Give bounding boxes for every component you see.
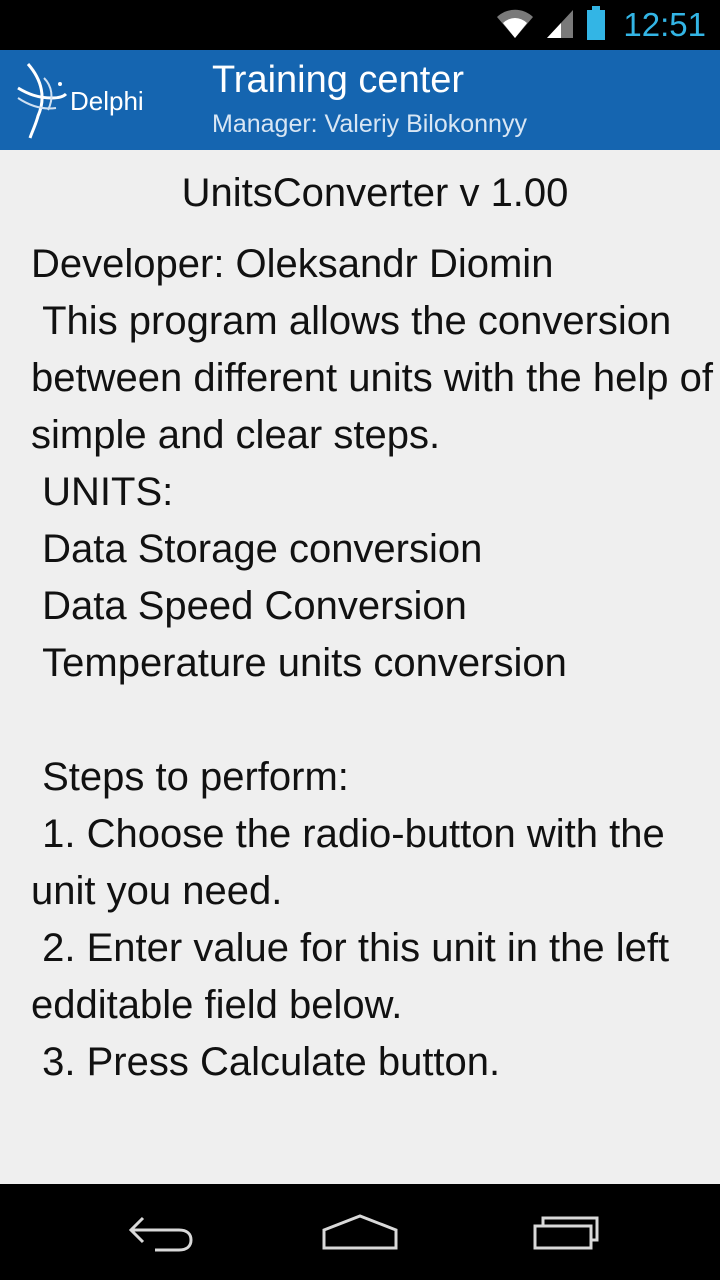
wifi-icon — [495, 7, 535, 43]
back-button[interactable] — [100, 1198, 220, 1266]
about-text: Developer: Oleksandr Diomin This program… — [31, 242, 713, 1084]
action-bar-title: Training center — [212, 59, 465, 101]
cell-signal-icon — [545, 7, 575, 43]
recent-apps-button[interactable] — [505, 1198, 625, 1266]
home-button[interactable] — [300, 1198, 420, 1266]
navigation-bar — [0, 1184, 720, 1280]
back-icon — [128, 1216, 193, 1252]
action-bar: Delphi Training center Manager: Valeriy … — [0, 50, 720, 150]
status-icons: 12:51 — [495, 0, 706, 50]
about-content: UnitsConverter v 1.00 Developer: Oleksan… — [0, 150, 720, 1184]
clock: 12:51 — [623, 6, 706, 43]
recent-apps-icon — [533, 1216, 599, 1250]
delphi-logo-icon: Delphi — [17, 63, 144, 139]
delphi-logo[interactable]: Delphi — [8, 54, 178, 146]
app-title: UnitsConverter v 1.00 — [181, 171, 569, 215]
home-icon — [322, 1214, 398, 1250]
status-bar: 12:51 — [0, 0, 720, 50]
battery-icon — [585, 5, 607, 45]
action-bar-subtitle: Manager: Valeriy Bilokonnyy — [212, 110, 527, 138]
logo-text: Delphi — [70, 86, 144, 116]
